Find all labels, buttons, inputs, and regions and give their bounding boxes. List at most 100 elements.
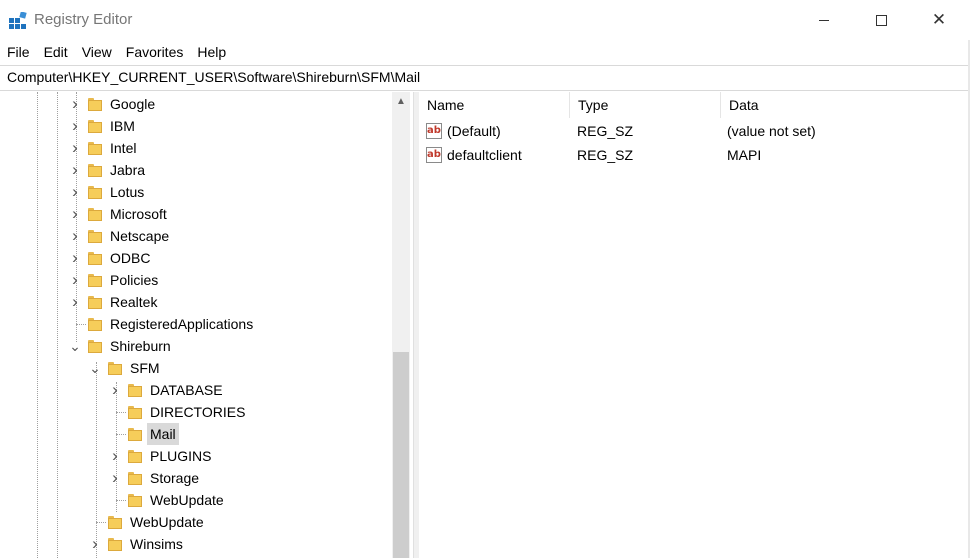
- tree-item-winsims[interactable]: › Winsims: [0, 533, 390, 555]
- folder-icon: [128, 450, 142, 463]
- menu-view[interactable]: View: [75, 40, 119, 64]
- minimize-button[interactable]: [795, 0, 853, 40]
- address-bar[interactable]: Computer\HKEY_CURRENT_USER\Software\Shir…: [0, 65, 968, 91]
- tree-item-label: PLUGINS: [150, 448, 212, 464]
- maximize-button[interactable]: [852, 0, 910, 40]
- tree-item-label: Netscape: [110, 228, 170, 244]
- tree-connector-line: [116, 412, 126, 413]
- column-header-name[interactable]: Name: [419, 92, 569, 118]
- chevron-right-icon[interactable]: ›: [109, 467, 121, 489]
- tree-item-label: Jabra: [110, 162, 146, 178]
- window-title: Registry Editor: [34, 11, 133, 28]
- string-value-icon: ab: [426, 123, 442, 139]
- column-header-type[interactable]: Type: [570, 92, 720, 118]
- string-value-icon: ab: [426, 147, 442, 163]
- value-data: MAPI: [727, 147, 762, 163]
- value-row[interactable]: ab defaultclient REG_SZ MAPI: [419, 143, 970, 167]
- chevron-right-icon[interactable]: ›: [69, 203, 81, 225]
- value-name: defaultclient: [447, 147, 522, 163]
- values-list: Name Type Data ab (Default) REG_SZ (value n…: [419, 92, 970, 558]
- tree-item-odbc[interactable]: › ODBC: [0, 247, 390, 269]
- tree-item-label: Lotus: [110, 184, 145, 200]
- folder-icon: [88, 296, 102, 309]
- menu-file[interactable]: File: [0, 40, 37, 64]
- tree-item-jabra[interactable]: › Jabra: [0, 159, 390, 181]
- chevron-right-icon[interactable]: ›: [69, 159, 81, 181]
- folder-icon: [128, 406, 142, 419]
- tree-item-sfm[interactable]: ⌄ SFM: [0, 357, 390, 379]
- menu-edit[interactable]: Edit: [37, 40, 75, 64]
- chevron-right-icon[interactable]: ›: [69, 225, 81, 247]
- title-bar: Registry Editor ✕: [0, 0, 970, 40]
- chevron-right-icon[interactable]: ›: [69, 137, 81, 159]
- close-button[interactable]: ✕: [910, 0, 968, 40]
- folder-icon: [88, 164, 102, 177]
- tree-item-mail[interactable]: Mail: [0, 423, 390, 445]
- tree-item-storage[interactable]: › Storage: [0, 467, 390, 489]
- folder-icon: [88, 252, 102, 265]
- tree-item-google[interactable]: › Google: [0, 93, 390, 115]
- tree-item-webupdate[interactable]: WebUpdate: [0, 489, 390, 511]
- tree-scrollbar[interactable]: ▲: [392, 92, 410, 558]
- chevron-right-icon[interactable]: ›: [109, 379, 121, 401]
- value-row[interactable]: ab (Default) REG_SZ (value not set): [419, 119, 970, 143]
- folder-icon: [88, 318, 102, 331]
- tree-item-netscape[interactable]: › Netscape: [0, 225, 390, 247]
- minimize-icon: [819, 19, 829, 21]
- key-tree: › Google › IBM › Intel › Jabra › Lotus › Microsoft ›…: [0, 92, 410, 558]
- tree-item-database[interactable]: › DATABASE: [0, 379, 390, 401]
- tree-item-label: Google: [110, 96, 156, 112]
- tree-item-registeredapplications[interactable]: RegisteredApplications: [0, 313, 390, 335]
- close-icon: ✕: [931, 10, 947, 29]
- tree-connector-line: [76, 324, 86, 325]
- tree-item-intel[interactable]: › Intel: [0, 137, 390, 159]
- tree-item-label: WebUpdate: [150, 492, 224, 508]
- menu-help[interactable]: Help: [190, 40, 233, 64]
- registry-editor-icon: [9, 12, 27, 29]
- tree-item-microsoft[interactable]: › Microsoft: [0, 203, 390, 225]
- tree-item-label: IBM: [110, 118, 135, 134]
- tree-item-webupdate[interactable]: WebUpdate: [0, 511, 390, 533]
- menu-favorites[interactable]: Favorites: [119, 40, 191, 64]
- tree-item-directories[interactable]: DIRECTORIES: [0, 401, 390, 423]
- tree-item-plugins[interactable]: › PLUGINS: [0, 445, 390, 467]
- chevron-right-icon[interactable]: ›: [69, 181, 81, 203]
- tree-item-policies[interactable]: › Policies: [0, 269, 390, 291]
- value-type: REG_SZ: [577, 123, 634, 139]
- tree-item-shireburn[interactable]: ⌄ Shireburn: [0, 335, 390, 357]
- folder-icon: [108, 538, 122, 551]
- folder-icon: [128, 472, 142, 485]
- tree-item-label: ODBC: [110, 250, 151, 266]
- scroll-up-icon[interactable]: ▲: [392, 92, 410, 110]
- tree-item-realtek[interactable]: › Realtek: [0, 291, 390, 313]
- tree-item-label: Policies: [110, 272, 159, 288]
- chevron-right-icon[interactable]: ›: [69, 93, 81, 115]
- folder-icon: [88, 98, 102, 111]
- chevron-right-icon[interactable]: ›: [89, 533, 101, 555]
- folder-icon: [88, 186, 102, 199]
- chevron-down-icon[interactable]: ⌄: [69, 335, 81, 357]
- tree-connector-line: [96, 522, 106, 523]
- maximize-icon: [875, 14, 887, 26]
- tree-item-label: DATABASE: [150, 382, 223, 398]
- tree-item-label: SFM: [130, 360, 160, 376]
- tree-item-label: Storage: [150, 470, 200, 486]
- chevron-right-icon[interactable]: ›: [69, 291, 81, 313]
- tree-item-label: DIRECTORIES: [150, 404, 246, 420]
- tree-item-label: Realtek: [110, 294, 158, 310]
- address-path[interactable]: Computer\HKEY_CURRENT_USER\Software\Shir…: [7, 69, 420, 85]
- tree-item-lotus[interactable]: › Lotus: [0, 181, 390, 203]
- chevron-right-icon[interactable]: ›: [69, 247, 81, 269]
- folder-icon: [88, 120, 102, 133]
- folder-icon: [88, 208, 102, 221]
- value-data: (value not set): [727, 123, 816, 139]
- chevron-down-icon[interactable]: ⌄: [89, 357, 101, 379]
- chevron-right-icon[interactable]: ›: [69, 115, 81, 137]
- tree-item-label: Mail: [147, 423, 179, 445]
- chevron-right-icon[interactable]: ›: [69, 269, 81, 291]
- tree-item-label: Winsims: [130, 536, 183, 552]
- tree-item-ibm[interactable]: › IBM: [0, 115, 390, 137]
- column-header-data[interactable]: Data: [721, 92, 961, 118]
- chevron-right-icon[interactable]: ›: [109, 445, 121, 467]
- scroll-thumb[interactable]: [393, 352, 409, 558]
